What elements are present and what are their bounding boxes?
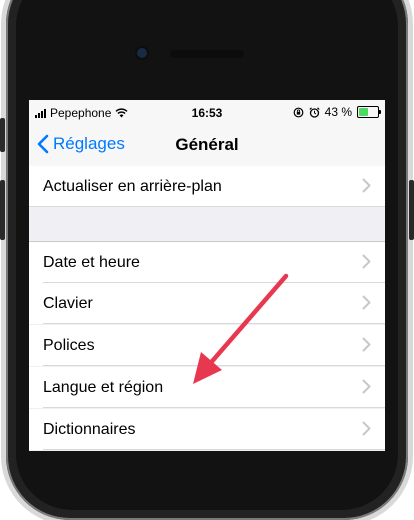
settings-item-keyboard[interactable]: Clavier bbox=[29, 283, 385, 324]
settings-item-dictionaries[interactable]: Dictionnaires bbox=[29, 409, 385, 450]
row-separator bbox=[43, 449, 385, 450]
settings-item-label: Polices bbox=[43, 336, 95, 354]
navigation-bar: Réglages Général bbox=[29, 126, 385, 167]
settings-item-label: Clavier bbox=[43, 294, 93, 312]
status-right: 43 % bbox=[293, 105, 381, 119]
settings-item-label: Langue et région bbox=[43, 378, 164, 396]
left-side-button bbox=[0, 118, 5, 152]
settings-item-label: Dictionnaires bbox=[43, 420, 136, 438]
chevron-right-icon bbox=[362, 295, 371, 310]
battery-level bbox=[359, 108, 368, 116]
status-bar: Pepephone 16:53 43 % bbox=[29, 100, 385, 126]
battery-icon bbox=[357, 106, 381, 118]
row-separator bbox=[29, 206, 385, 207]
chevron-right-icon bbox=[362, 379, 371, 394]
settings-item-fonts[interactable]: Polices bbox=[29, 325, 385, 366]
battery-percent: 43 % bbox=[324, 105, 352, 119]
screen: Pepephone 16:53 43 % Réglages Général Ac… bbox=[29, 100, 385, 451]
settings-item-label: Actualiser en arrière-plan bbox=[43, 177, 222, 195]
chevron-right-icon bbox=[362, 178, 371, 193]
settings-item-background-refresh[interactable]: Actualiser en arrière-plan bbox=[29, 166, 385, 207]
settings-item-language-region[interactable]: Langue et région bbox=[29, 367, 385, 408]
row-separator bbox=[43, 365, 385, 366]
front-camera bbox=[137, 48, 147, 58]
settings-item-date-time[interactable]: Date et heure bbox=[29, 242, 385, 283]
chevron-right-icon bbox=[362, 421, 371, 436]
page-title: Général bbox=[175, 135, 239, 154]
settings-item-label: Date et heure bbox=[43, 253, 140, 271]
rotation-lock-icon bbox=[293, 107, 304, 117]
chevron-right-icon bbox=[362, 254, 371, 269]
row-separator bbox=[43, 407, 385, 408]
right-power-button bbox=[409, 180, 414, 240]
chevron-right-icon bbox=[362, 337, 371, 352]
row-separator bbox=[43, 323, 385, 324]
alarm-icon bbox=[309, 106, 320, 118]
left-volume-button bbox=[0, 180, 5, 240]
earpiece-speaker bbox=[170, 50, 244, 58]
